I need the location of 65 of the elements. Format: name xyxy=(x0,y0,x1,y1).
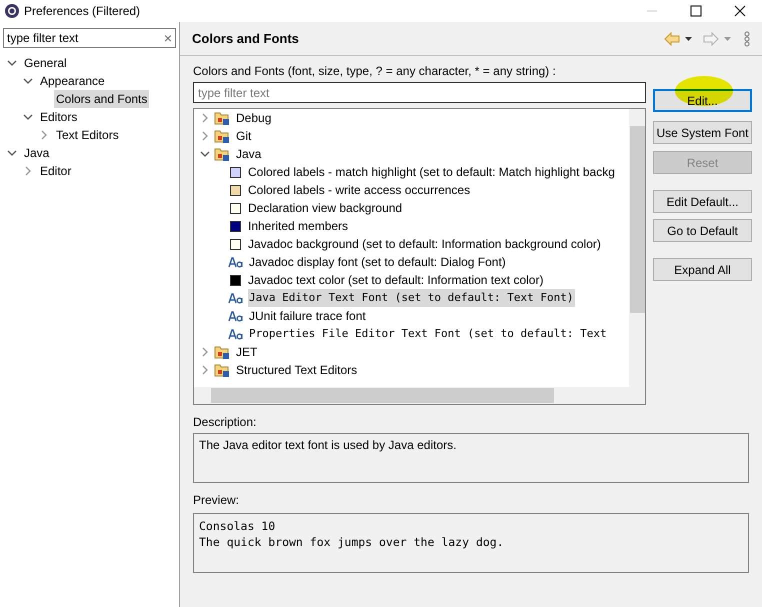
close-icon[interactable] xyxy=(733,4,747,18)
horizontal-scrollbar[interactable] xyxy=(194,387,645,404)
tree-item[interactable]: Inherited members xyxy=(247,217,350,235)
tree-item[interactable]: Colored labels - match highlight (set to default: Match highlight backg xyxy=(247,163,616,181)
preview-label: Preview: xyxy=(193,492,240,508)
expanded-chevron-icon[interactable] xyxy=(7,148,17,158)
tree-item[interactable]: General xyxy=(22,54,69,72)
expanded-chevron-icon[interactable] xyxy=(23,76,33,86)
maximize-icon[interactable] xyxy=(689,4,703,18)
tree-item[interactable]: Properties File Editor Text Font (set to default: Text xyxy=(248,325,608,343)
collapsed-chevron-icon[interactable] xyxy=(200,347,210,357)
tree-item[interactable]: Java xyxy=(236,145,262,163)
collapsed-chevron-icon[interactable] xyxy=(200,365,210,375)
tree-item[interactable]: Colors and Fonts xyxy=(54,90,150,108)
description-label: Description: xyxy=(193,414,258,430)
expanded-chevron-icon[interactable] xyxy=(7,58,17,68)
dialog-button[interactable]: Go to Default xyxy=(653,219,752,242)
tree-item[interactable]: Editors xyxy=(38,108,80,126)
dialog-button[interactable]: Use System Font xyxy=(653,121,752,144)
folder-icon xyxy=(214,128,230,144)
tree-item[interactable]: Structured Text Editors xyxy=(236,361,358,379)
tree-item[interactable]: JUnit failure trace font xyxy=(248,307,367,325)
preview-text: Consolas 10 xyxy=(199,518,276,534)
collapsed-chevron-icon[interactable] xyxy=(39,130,49,140)
tree-item[interactable]: Colored labels - write access occurrences xyxy=(247,181,472,199)
font-icon xyxy=(228,328,243,340)
tree-item[interactable]: Appearance xyxy=(38,72,107,90)
dropdown-icon[interactable] xyxy=(684,36,693,42)
collapsed-chevron-icon[interactable] xyxy=(200,113,210,123)
folder-icon xyxy=(214,344,230,360)
tree-item[interactable]: JET xyxy=(236,343,258,361)
font-icon xyxy=(228,310,243,322)
tree-item[interactable]: Editor xyxy=(38,162,74,180)
dialog-button[interactable]: Expand All xyxy=(653,258,752,281)
preview-text: The quick brown fox jumps over the lazy dog. xyxy=(199,534,505,550)
tree-item[interactable]: Java xyxy=(22,144,52,162)
app-icon xyxy=(4,3,20,19)
font-icon xyxy=(228,292,243,304)
collapsed-chevron-icon[interactable] xyxy=(23,166,33,176)
tree-item[interactable]: Java Editor Text Font (set to default: Text Font) xyxy=(248,289,575,307)
forward-arrow-icon[interactable] xyxy=(703,32,719,46)
folder-icon xyxy=(214,362,230,378)
description-text: The Java editor text font is used by Java editors. xyxy=(199,438,456,452)
tree-item[interactable]: Javadoc display font (set to default: Dialog Font) xyxy=(248,253,507,271)
clear-button[interactable]: × xyxy=(164,31,172,45)
vertical-scrollbar[interactable] xyxy=(629,109,645,387)
collapsed-chevron-icon[interactable] xyxy=(200,131,210,141)
tree-item[interactable]: Git xyxy=(236,127,252,145)
tree-item[interactable]: Text Editors xyxy=(54,126,121,144)
menu-icon[interactable] xyxy=(744,30,750,46)
folder-icon xyxy=(214,146,230,162)
tree-item[interactable]: Javadoc background (set to default: Information background color) xyxy=(247,235,602,253)
filter-hint: Colors and Fonts (font, size, type, ? = any character, * = any string) : xyxy=(193,63,557,79)
filter-field[interactable]: type filter text × xyxy=(3,28,176,48)
tree-item[interactable]: Javadoc text color (set to default: Information text color) xyxy=(247,271,544,289)
filter-field[interactable]: type filter text xyxy=(193,82,646,103)
folder-icon xyxy=(214,110,230,126)
expanded-chevron-icon[interactable] xyxy=(23,112,33,122)
font-icon xyxy=(228,256,243,268)
expanded-chevron-icon[interactable] xyxy=(200,149,210,159)
tree-item[interactable]: Debug xyxy=(236,109,272,127)
page-title: Colors and Fonts xyxy=(192,30,299,48)
window-title: Preferences (Filtered) xyxy=(24,3,140,20)
dialog-button[interactable]: Edit Default... xyxy=(653,190,752,213)
tree-item[interactable]: Declaration view background xyxy=(247,199,404,217)
